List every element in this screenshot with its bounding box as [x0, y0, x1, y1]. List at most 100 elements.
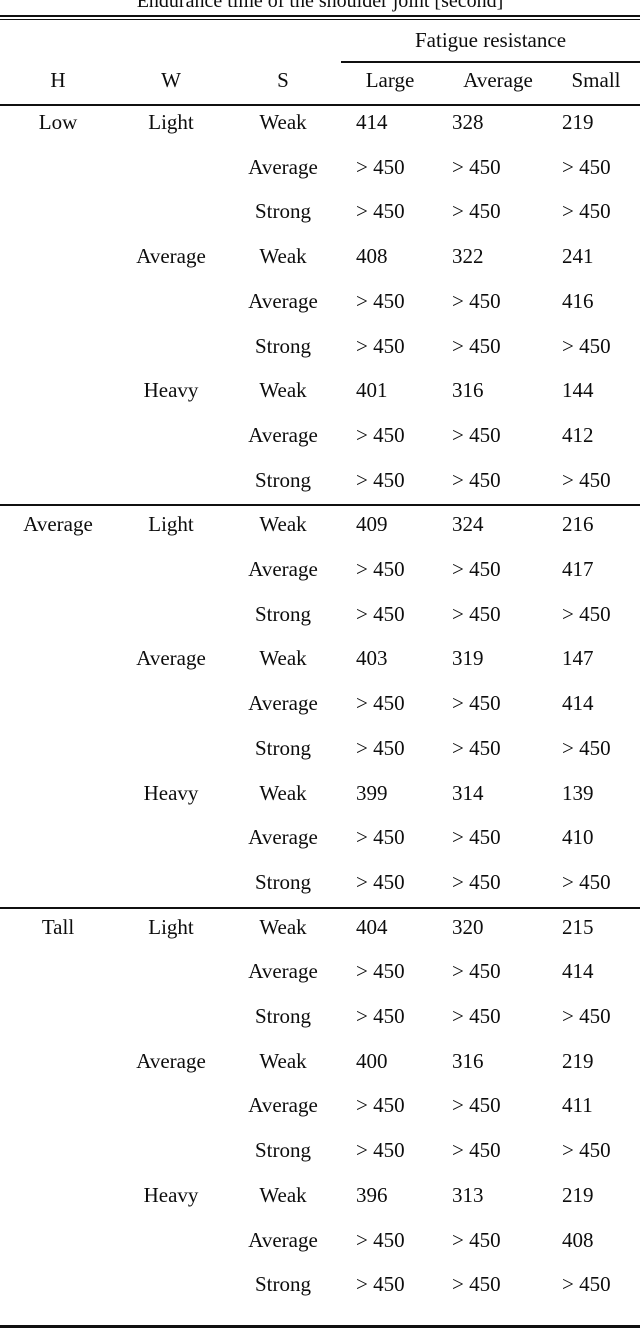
table-row: Strong > 450 > 450 > 450: [0, 334, 640, 379]
cell-value: > 450: [452, 691, 501, 716]
cell-value: > 450: [356, 691, 405, 716]
cell-h: Tall: [41, 914, 75, 939]
cell-w: Average: [136, 646, 206, 671]
cell-value: 414: [356, 110, 388, 134]
cell-s: Average: [248, 959, 318, 984]
cell-value: > 450: [356, 288, 405, 313]
cell-value: > 450: [452, 154, 501, 179]
cell-value: 316: [452, 378, 484, 403]
cell-s: Strong: [254, 735, 311, 760]
cell-value: > 450: [452, 557, 501, 581]
cell-value: 411: [562, 1093, 593, 1118]
cell-value: > 450: [356, 735, 405, 760]
top-rule-thin: [0, 19, 640, 20]
header-bottom-rule: [0, 104, 640, 106]
cell-value: 320: [452, 914, 484, 939]
cell-value: 313: [452, 1182, 484, 1207]
table-row: Strong > 450 > 450 > 450: [0, 1004, 640, 1049]
cell-value: > 450: [452, 199, 501, 224]
cell-value: > 450: [562, 199, 611, 224]
cell-value: > 450: [356, 869, 405, 894]
cell-value: 404: [356, 914, 388, 939]
cell-value: > 450: [562, 333, 611, 358]
cell-value: > 450: [356, 1004, 405, 1028]
cell-w: Average: [136, 1048, 206, 1073]
cell-w: Heavy: [143, 378, 199, 403]
cell-value: 401: [356, 378, 388, 403]
cell-s: Strong: [254, 199, 311, 224]
cell-value: 412: [562, 422, 594, 447]
cell-s: Average: [248, 422, 318, 447]
cell-w: Heavy: [143, 780, 199, 805]
header-cell-s: S: [277, 68, 289, 92]
cell-s: Weak: [259, 378, 307, 403]
cell-value: > 450: [452, 959, 501, 984]
cell-s: Strong: [254, 1272, 311, 1297]
table-row: Average > 450 > 450 411: [0, 1093, 640, 1138]
header-row: H W S Large Average Small: [0, 68, 640, 98]
cell-value: > 450: [452, 1227, 501, 1252]
table-row: Average > 450 > 450 408: [0, 1228, 640, 1273]
table-row: Average > 450 > 450 417: [0, 557, 640, 602]
cell-value: 403: [356, 646, 388, 671]
header-group-rule: [341, 61, 640, 63]
cell-h: Average: [23, 512, 93, 537]
table-row: Low Light Weak 414 328 219: [0, 110, 640, 155]
cell-value: > 450: [356, 422, 405, 447]
cell-value: > 450: [356, 467, 405, 492]
cell-value: > 450: [452, 825, 501, 850]
cell-value: 400: [356, 1048, 388, 1073]
table-row: Average > 450 > 450 410: [0, 825, 640, 870]
cell-s: Weak: [259, 110, 307, 134]
cell-value: 417: [562, 557, 594, 581]
cell-w: Heavy: [143, 1182, 199, 1207]
cell-value: > 450: [562, 601, 611, 626]
table-caption-clip: Endurance time of the shoulder joint [se…: [0, 0, 640, 14]
cell-value: 216: [562, 512, 594, 537]
cell-value: 409: [356, 512, 388, 537]
cell-value: 399: [356, 780, 388, 805]
cell-s: Average: [248, 1227, 318, 1252]
cell-s: Strong: [254, 467, 311, 492]
cell-value: > 450: [356, 1093, 405, 1118]
table-row: Strong > 450 > 450 > 450: [0, 1272, 640, 1317]
cell-value: 416: [562, 288, 594, 313]
cell-w: Light: [148, 914, 194, 939]
cell-value: > 450: [452, 1138, 501, 1163]
cell-value: 408: [562, 1227, 594, 1252]
table-row: Average Weak 403 319 147: [0, 646, 640, 691]
cell-value: 314: [452, 780, 484, 805]
table-row: Average Weak 400 316 219: [0, 1049, 640, 1094]
cell-value: > 450: [356, 1272, 405, 1297]
cell-value: > 450: [356, 1138, 405, 1163]
cell-s: Weak: [259, 646, 307, 671]
cell-value: > 450: [356, 601, 405, 626]
header-cell-average: Average: [463, 68, 533, 92]
cell-value: > 450: [562, 1138, 611, 1163]
cell-s: Strong: [254, 869, 311, 894]
cell-value: 316: [452, 1048, 484, 1073]
cell-s: Average: [248, 825, 318, 850]
cell-w: Light: [148, 110, 194, 134]
header-cell-small: Small: [571, 68, 621, 92]
table-row: Average > 450 > 450 416: [0, 289, 640, 334]
table-row: Average > 450 > 450 414: [0, 691, 640, 736]
cell-value: 147: [562, 646, 594, 671]
cell-value: 408: [356, 244, 388, 269]
cell-value: > 450: [562, 869, 611, 894]
table-row: Strong > 450 > 450 > 450: [0, 736, 640, 781]
cell-value: > 450: [452, 288, 501, 313]
table-row: Tall Light Weak 404 320 215: [0, 915, 640, 960]
cell-s: Average: [248, 691, 318, 716]
cell-value: > 450: [452, 467, 501, 492]
cell-value: > 450: [356, 1227, 405, 1252]
cell-value: > 450: [562, 154, 611, 179]
cell-w: Light: [148, 512, 194, 537]
cell-s: Weak: [259, 1182, 307, 1207]
cell-s: Average: [248, 288, 318, 313]
cell-value: 215: [562, 914, 594, 939]
cell-h: Low: [38, 110, 78, 134]
table-row: Strong > 450 > 450 > 450: [0, 602, 640, 647]
cell-value: 322: [452, 244, 484, 269]
table-row: Average > 450 > 450 412: [0, 423, 640, 468]
